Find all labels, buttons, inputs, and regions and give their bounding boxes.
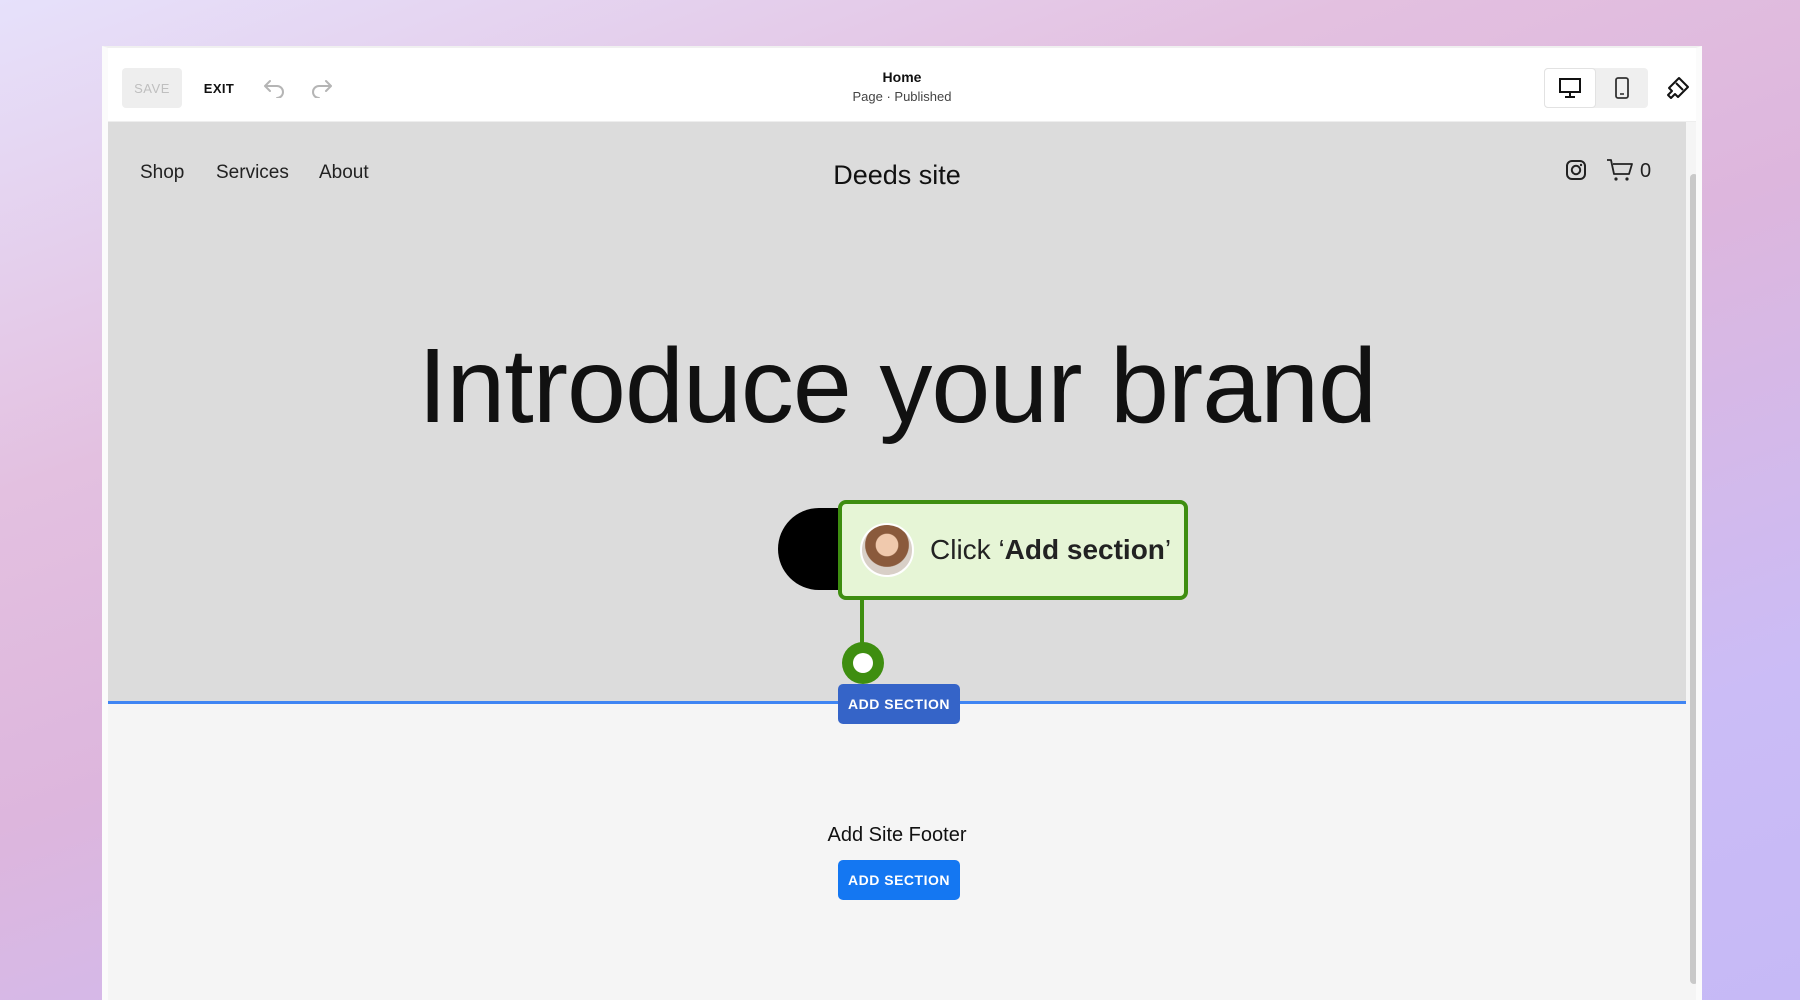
add-footer-section-button[interactable]: ADD SECTION xyxy=(838,860,960,900)
guide-connector xyxy=(860,600,864,648)
page-status: Page · Published xyxy=(852,89,952,104)
page-info: Home Page · Published xyxy=(108,69,1696,104)
add-site-footer-label: Add Site Footer xyxy=(827,824,967,846)
add-section-button[interactable]: ADD SECTION xyxy=(838,684,960,724)
editor-toolbar: SAVE EXIT Home Page · Published xyxy=(108,48,1696,122)
cart-icon[interactable] xyxy=(1604,156,1636,184)
view-toggle xyxy=(1544,68,1648,108)
editor-window: SAVE EXIT Home Page · Published Shop Ser… xyxy=(102,46,1702,1000)
hero-headline[interactable]: Introduce your brand xyxy=(108,326,1686,447)
desktop-view-button[interactable] xyxy=(1544,68,1596,108)
mobile-icon xyxy=(1615,77,1629,99)
site-title[interactable]: Deeds site xyxy=(108,160,1686,191)
guide-avatar xyxy=(860,523,914,577)
guide-hotspot xyxy=(842,642,884,684)
mobile-view-button[interactable] xyxy=(1596,68,1648,108)
paintbrush-icon[interactable] xyxy=(1660,70,1696,106)
page-title: Home xyxy=(882,69,922,85)
cart-count: 0 xyxy=(1640,160,1652,182)
desktop-icon xyxy=(1559,78,1581,98)
scrollbar[interactable] xyxy=(1690,174,1696,984)
hero-section[interactable]: Shop Services About Deeds site 0 Introdu… xyxy=(108,122,1686,703)
site-canvas: Shop Services About Deeds site 0 Introdu… xyxy=(108,122,1686,1000)
instagram-icon[interactable] xyxy=(1562,156,1590,184)
guide-tooltip: Click ‘Add section’ xyxy=(838,500,1188,600)
guide-tooltip-text: Click ‘Add section’ xyxy=(930,534,1172,565)
